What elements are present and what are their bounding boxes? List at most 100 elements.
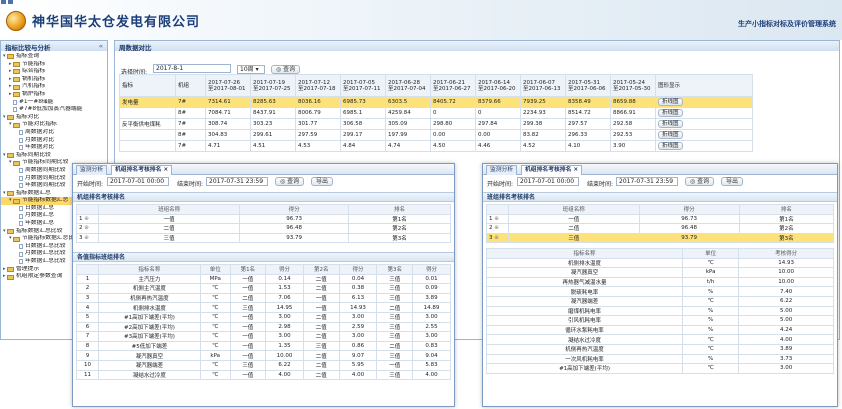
table-row[interactable]: 1 ⊕ 一值 96.73 第1名: [486, 213, 835, 225]
expand-icon[interactable]: ⊕: [83, 235, 89, 241]
weekly-query-button[interactable]: ◎ 查询: [271, 65, 301, 74]
expand-icon[interactable]: ⊕: [493, 225, 499, 231]
tab-monitor-analysis[interactable]: 监测分析: [76, 165, 108, 175]
start-time-input[interactable]: 2017-07-01 00:00: [517, 177, 579, 186]
tab-team-ranking[interactable]: 机组排名考核排名 ×: [521, 165, 583, 175]
tree-node[interactable]: ▸ 锅炉指标: [1, 91, 107, 99]
table-row[interactable]: 凝结水过冷度 ℃ 4.00: [485, 334, 834, 345]
table-row[interactable]: 一次风机耗电率% 3.73: [485, 353, 834, 365]
table-row[interactable]: 4 机侧排水温度 ℃ 三值 14.95 一值 14.93 二值 14.89: [76, 302, 451, 313]
table-row[interactable]: 磨煤机耗电率% 5.00: [485, 305, 834, 317]
team-rank: 第2名: [347, 223, 452, 234]
tree-node[interactable]: ▸ 汽机指标: [1, 83, 107, 91]
table-row[interactable]: 循环水泵耗电率% 4.24: [485, 324, 834, 336]
export-button[interactable]: 导出: [721, 177, 744, 186]
tree-node[interactable]: ▾ 指标同期比较: [1, 152, 107, 160]
weeks-value: 10周: [240, 66, 254, 73]
table-row[interactable]: 反平衡供电煤耗 7# 308.74 303.23 301.77 306.58 305.09 2…: [119, 118, 753, 130]
collapse-icon[interactable]: «: [99, 42, 103, 50]
table-cell: 3: [76, 292, 99, 304]
table-row[interactable]: 11 凝结水过冷度 ℃ 一值 4.00 二值 4.00 三值 4.00: [76, 369, 451, 381]
value-cell: 301.77: [295, 118, 341, 130]
table-cell: 凝结水过冷度: [485, 334, 684, 345]
table-row[interactable]: 机侧再热汽温度 ℃ 3.89: [485, 343, 834, 355]
tab-monitor-analysis[interactable]: 监测分析: [486, 165, 518, 175]
tree-node[interactable]: ▸ 锅机指标: [1, 76, 107, 84]
tree-node-label: #1一#8储能: [19, 98, 54, 105]
table-row[interactable]: 脱硫耗电率% 7.40: [485, 286, 834, 297]
line-chart-button[interactable]: 折线图: [658, 120, 683, 128]
team-name: 二值: [97, 223, 241, 234]
value-cell: 2234.93: [520, 107, 566, 119]
tab-team-ranking[interactable]: 机组排名考核排名 ×: [111, 165, 173, 175]
tree-node[interactable]: ▾ 指标查询: [1, 53, 107, 61]
folder-icon: [13, 198, 20, 204]
table-cell: 三值: [376, 311, 414, 323]
tree-node[interactable]: 月数据对比: [1, 137, 107, 145]
value-cell: 4.53: [295, 140, 341, 152]
tree-node[interactable]: 年数据对比: [1, 144, 107, 152]
line-chart-button[interactable]: 折线图: [658, 109, 683, 117]
table-row[interactable]: 2 ⊕ 二值 96.48 第2名: [76, 223, 452, 234]
table-row[interactable]: 8# 7084.71 8437.91 8006.79 6985.1 4259.84 0 0 22…: [119, 107, 753, 119]
tree-node[interactable]: ▾ 指标对比: [1, 114, 107, 122]
table-cell: 2.55: [412, 321, 451, 333]
tree-node-label: 管理提示: [16, 265, 40, 272]
table-cell: 2: [76, 283, 99, 294]
expand-icon[interactable]: ⊕: [493, 235, 499, 241]
table-row[interactable]: 2 ⊕ 二值 96.48 第2名: [486, 223, 835, 234]
table-row[interactable]: 3 机侧再热汽温度 ℃ 二值 7.06 一值 6.13 三值 3.89: [76, 292, 451, 304]
expand-icon[interactable]: ⊕: [83, 225, 89, 231]
table-row[interactable]: #1高加下端差(平均) ℃ 3.00: [485, 363, 834, 374]
table-cell: 凝汽器端差: [97, 359, 201, 371]
table-row[interactable]: 凝汽器端差 ℃ 6.22: [485, 295, 834, 307]
weekly-table: 指标 机组 2017-07-26 至2017-08-01 2017-07-19 至20…: [119, 74, 753, 152]
line-chart-button[interactable]: 折线图: [658, 142, 683, 150]
tree-node[interactable]: ▸ 综合指标: [1, 68, 107, 76]
tree-node[interactable]: #1一#8储能: [1, 99, 107, 107]
table-cell: 二值: [376, 340, 414, 352]
table-row[interactable]: 5 #1高加下端差(平均) ℃ 一值 3.00 二值 3.00 三值 3.00: [76, 311, 451, 323]
start-time-input[interactable]: 2017-07-01 00:00: [107, 177, 169, 186]
query-button[interactable]: ◎ 查询: [685, 177, 715, 186]
table-row[interactable]: 7 #3高加下端差(平均) ℃ 一值 3.00 二值 3.00 三值 3.00: [76, 331, 451, 342]
table-row[interactable]: 9 凝汽器真空 kPa 一值 10.00 二值 9.07 三值 9.04: [76, 350, 451, 361]
table-row[interactable]: 凝汽器真空 kPa 10.00: [485, 267, 834, 278]
expand-icon[interactable]: ⊕: [83, 216, 89, 222]
line-chart-button[interactable]: 折线图: [658, 98, 683, 106]
table-row[interactable]: 发电量 7# 7314.61 8285.63 8036.16 6985.73 6303.5 8…: [119, 96, 753, 108]
tree-node[interactable]: ▾ 节能对比指标: [1, 121, 107, 129]
date-input[interactable]: 2017-8-1: [153, 64, 231, 73]
end-time-input[interactable]: 2017-07-31 23:59: [206, 177, 268, 186]
tree-node[interactable]: #7#8低加加蒸汽器端能: [1, 106, 107, 114]
export-button[interactable]: 导出: [311, 177, 334, 186]
line-chart-button[interactable]: 折线图: [658, 131, 683, 139]
tree-node[interactable]: 周数据对比: [1, 129, 107, 137]
table-row[interactable]: 8# 304.83 299.61 297.59 299.17 197.99 0.00 0.00…: [119, 129, 753, 141]
weeks-select[interactable]: 10周 ▾: [237, 65, 265, 74]
table-row[interactable]: 机侧排水温度 ℃ 14.93: [485, 257, 834, 269]
app-header: 神华国华太仓发电有限公司 生产小指标对标及评价管理系统: [0, 0, 842, 40]
table-row[interactable]: 1 ⊕ 一值 96.73 第1名: [76, 213, 452, 225]
expand-icon[interactable]: ⊕: [493, 216, 499, 222]
document-icon: [19, 130, 23, 136]
tree-node-label: #7#8低加加蒸汽器端能: [19, 106, 83, 113]
table-row[interactable]: 再热器气减温水量 t/h 10.00: [485, 276, 834, 288]
table-row[interactable]: 8 #5低加下端差 ℃ 一值 1.35 三值 0.86 二值 0.83: [76, 340, 451, 352]
table-row[interactable]: 引风机耗电率% 5.00: [485, 315, 834, 326]
close-icon[interactable]: ×: [573, 167, 578, 173]
table-row[interactable]: 3 ⊕ 三值 93.79 第3名: [76, 232, 452, 244]
table-row[interactable]: 6 #2高加下端差(平均) ℃ 一值 2.98 二值 2.59 三值 2.55: [76, 321, 451, 333]
table-row[interactable]: 2 机侧主汽温度 ℃ 一值 1.53 二值 0.38 三值 0.09: [76, 283, 451, 294]
table-cell: 0.04: [338, 273, 378, 285]
chart-cell: 折线图: [655, 140, 753, 152]
tree-node[interactable]: ▸ 节能指标: [1, 61, 107, 69]
table-row[interactable]: 7# 4.71 4.51 4.53 4.84 4.74 4.50 4.46 4.52 4.10 3.…: [119, 140, 753, 152]
table-cell: 三值: [229, 359, 267, 371]
query-button[interactable]: ◎ 查询: [275, 177, 305, 186]
table-row[interactable]: 3 ⊕ 三值 93.79 第3名: [486, 232, 835, 244]
end-time-input[interactable]: 2017-07-31 23:59: [616, 177, 678, 186]
table-row[interactable]: 1 主汽压力 MPa 一值 0.14 二值 0.04 三值 0.01: [76, 273, 451, 285]
close-icon[interactable]: ×: [163, 167, 168, 173]
table-row[interactable]: 10 凝汽器端差 ℃ 三值 6.22 二值 5.95 一值 5.83: [76, 359, 451, 371]
